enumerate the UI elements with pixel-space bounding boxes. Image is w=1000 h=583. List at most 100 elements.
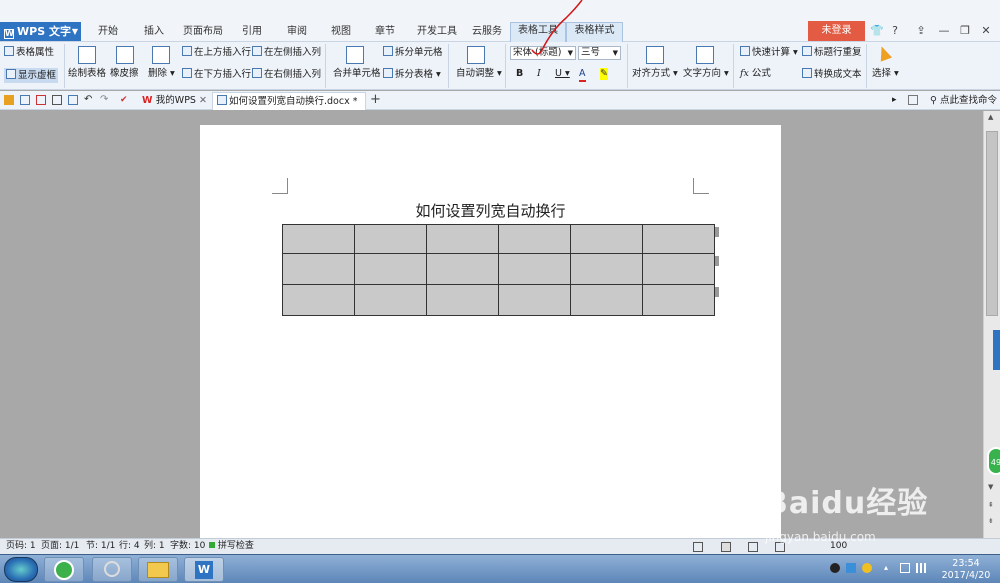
spell-check-toggle[interactable]: 拼写检查 (209, 539, 254, 554)
login-button[interactable]: 未登录 (808, 21, 865, 41)
skin-icon[interactable]: 👕 (868, 22, 886, 40)
help-button[interactable]: ? (886, 22, 904, 40)
table-cell[interactable] (354, 253, 427, 285)
preview-icon[interactable] (68, 95, 78, 105)
scroll-up-icon[interactable]: ▲ (988, 113, 993, 121)
table-cell[interactable] (282, 224, 355, 254)
row-resize-handle[interactable] (715, 287, 719, 297)
tab-start[interactable]: 开始 (92, 24, 124, 42)
formula-button[interactable]: fx 公式 (740, 68, 771, 80)
quick-calc-button[interactable]: 快速计算 ▾ (740, 46, 798, 59)
table-cell[interactable] (570, 253, 643, 285)
table-cell[interactable] (498, 253, 571, 285)
table-cell[interactable] (354, 224, 427, 254)
redo-icon[interactable]: ↷ (100, 95, 110, 105)
row-resize-handle[interactable] (715, 256, 719, 266)
tab-review[interactable]: 审阅 (282, 24, 312, 42)
outline-view-icon[interactable] (748, 542, 758, 552)
draw-table-button[interactable]: 绘制表格 (68, 68, 106, 80)
doc-menu-icon[interactable]: ▸ (892, 95, 902, 105)
open-icon[interactable] (4, 95, 14, 105)
page-view-icon[interactable] (721, 542, 731, 552)
show-gridlines-button[interactable]: 显示虚框 (4, 68, 59, 83)
close-icon[interactable]: ✕ (977, 22, 995, 40)
undo-icon[interactable]: ↶ (84, 95, 94, 105)
new-tab-icon[interactable]: + (370, 93, 382, 106)
font-color-button[interactable]: A (579, 68, 586, 82)
print-icon[interactable] (52, 95, 62, 105)
tab-page-layout[interactable]: 页面布局 (180, 24, 226, 42)
page-up-icon[interactable]: ⇞ (988, 501, 994, 509)
scrollbar-thumb[interactable] (986, 131, 998, 316)
maximize-icon[interactable]: ❐ (956, 22, 974, 40)
tab-view[interactable]: 视图 (326, 24, 356, 42)
taskbar-tool-button[interactable] (92, 557, 132, 582)
merge-cells-button[interactable]: 合并单元格 (333, 68, 381, 80)
table-cell[interactable] (426, 253, 499, 285)
taskbar-wps-button[interactable]: W (184, 557, 224, 582)
table-cell[interactable] (570, 224, 643, 254)
document-table[interactable] (282, 224, 715, 316)
taskbar-explorer-button[interactable] (138, 557, 178, 582)
tray-app-icon[interactable] (862, 563, 872, 573)
flag-tray-icon[interactable] (900, 563, 910, 573)
scroll-down-icon[interactable]: ▼ (988, 483, 993, 491)
row-resize-handle[interactable] (715, 227, 719, 237)
insert-col-right-button[interactable]: 在右侧插入列 (252, 68, 321, 81)
repeat-header-button[interactable]: 标题行重复 (802, 46, 862, 59)
table-props-button[interactable]: 表格属性 (4, 46, 54, 59)
page-down-icon[interactable]: ⇟ (988, 517, 994, 525)
tab-cloud[interactable]: 云服务 (468, 24, 506, 42)
table-cell[interactable] (282, 253, 355, 285)
bold-button[interactable]: B (516, 68, 523, 80)
network-icon[interactable] (916, 563, 926, 573)
insert-row-above-button[interactable]: 在上方插入行 (182, 46, 251, 59)
table-cell[interactable] (570, 284, 643, 316)
side-floating-widget[interactable]: 49 (987, 447, 1000, 475)
align-button[interactable]: 对齐方式 ▾ (632, 68, 678, 80)
table-cell[interactable] (642, 224, 715, 254)
qq-tray-icon[interactable] (830, 563, 840, 573)
text-direction-button[interactable]: 文字方向 ▾ (683, 68, 729, 80)
shield-tray-icon[interactable] (846, 563, 856, 573)
close-icon[interactable]: ✕ (199, 95, 207, 106)
insert-col-left-button[interactable]: 在左侧插入列 (252, 46, 321, 59)
split-table-button[interactable]: 拆分表格 ▾ (383, 68, 441, 81)
taskbar-clock[interactable]: 23:54 2017/4/20 (936, 558, 996, 582)
start-button[interactable] (4, 557, 38, 582)
minimize-icon[interactable]: — (935, 22, 953, 40)
settings-icon[interactable] (908, 95, 918, 105)
underline-button[interactable]: U ▾ (555, 68, 570, 80)
tab-references[interactable]: 引用 (237, 24, 267, 42)
italic-button[interactable]: I (537, 68, 541, 80)
table-cell[interactable] (426, 284, 499, 316)
pdf-icon[interactable] (36, 95, 46, 105)
table-cell[interactable] (498, 284, 571, 316)
taskbar-browser-button[interactable] (44, 557, 84, 582)
autofit-button[interactable]: 自动调整 ▾ (456, 68, 502, 80)
document-title[interactable]: 如何设置列宽自动换行 (200, 200, 781, 221)
delete-button[interactable]: 删除 ▾ (148, 68, 175, 80)
tray-expand-icon[interactable]: ▴ (884, 563, 888, 572)
to-text-button[interactable]: 转换成文本 (802, 68, 862, 81)
highlight-icon[interactable]: ✎ (600, 68, 608, 80)
eraser-button[interactable]: 橡皮擦 (110, 68, 139, 80)
restore-ribbon-icon[interactable]: ⇪ (912, 22, 930, 40)
tab-current-document[interactable]: 如何设置列宽自动换行.docx * ✕ (212, 92, 366, 124)
tab-developer[interactable]: 开发工具 (413, 24, 461, 42)
tab-section[interactable]: 章节 (370, 24, 400, 42)
table-cell[interactable] (354, 284, 427, 316)
insert-row-below-button[interactable]: 在下方插入行 (182, 68, 251, 81)
fullscreen-icon[interactable] (693, 542, 703, 552)
side-panel-toggle[interactable] (993, 330, 1000, 370)
table-cell[interactable] (642, 253, 715, 285)
table-cell[interactable] (642, 284, 715, 316)
table-cell[interactable] (426, 224, 499, 254)
table-cell[interactable] (498, 224, 571, 254)
save-icon[interactable] (20, 95, 30, 105)
split-cells-button[interactable]: 拆分单元格 (383, 46, 443, 59)
customize-icon[interactable]: ✔ (120, 95, 130, 105)
table-cell[interactable] (282, 284, 355, 316)
select-button[interactable]: 选择 ▾ (872, 68, 899, 80)
tab-my-wps[interactable]: W 我的WPS ✕ (138, 92, 210, 110)
